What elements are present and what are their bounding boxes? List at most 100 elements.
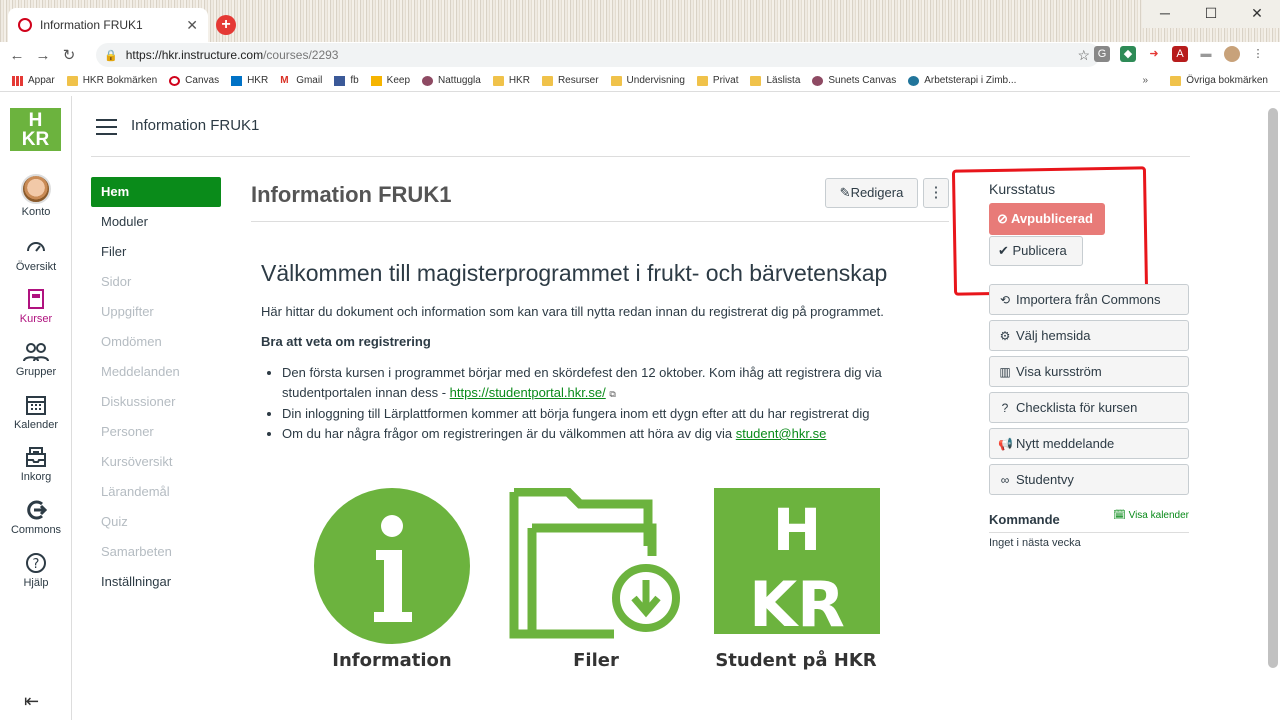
commons-icon xyxy=(25,499,48,521)
bookmark-undervisning[interactable]: Undervisning xyxy=(610,75,685,86)
bookmark-hkr[interactable]: HKR xyxy=(231,75,268,86)
bookmark-apps[interactable]: Appar xyxy=(12,75,55,86)
browser-menu-icon[interactable]: ⋮ xyxy=(1250,46,1266,62)
course-nav-quiz[interactable]: Quiz xyxy=(91,507,221,537)
bookmark-star-icon[interactable]: ☆ xyxy=(1077,47,1090,64)
edit-button[interactable]: ✎Redigera xyxy=(825,178,918,208)
choose-homepage-button[interactable]: ⚙ Välj hemsida xyxy=(989,320,1189,351)
publish-button[interactable]: ✔ Publicera xyxy=(989,236,1083,266)
announcement-icon: 📢 xyxy=(998,437,1013,451)
home-icon: ⚙ xyxy=(999,329,1011,343)
import-commons-button[interactable]: ⟲ Importera från Commons xyxy=(989,284,1189,315)
nav-kalender[interactable]: Kalender xyxy=(0,394,72,431)
close-tab-icon[interactable]: ✕ xyxy=(186,17,198,34)
bookmark-keep[interactable]: Keep xyxy=(370,75,410,86)
nav-hjalp[interactable]: ? Hjälp xyxy=(0,552,72,589)
tile-information[interactable]: Information xyxy=(302,488,482,671)
list-item: Den första kursen i programmet börjar me… xyxy=(282,363,902,404)
shield-icon[interactable]: ◆ xyxy=(1120,46,1136,62)
folder-icon xyxy=(66,75,78,86)
outlook-icon xyxy=(231,75,243,86)
prohibited-icon: ⊘ xyxy=(997,211,1012,226)
course-nav-personer[interactable]: Personer xyxy=(91,417,221,447)
gmail-icon: M xyxy=(280,74,289,86)
course-nav-omdomen[interactable]: Omdömen xyxy=(91,327,221,357)
course-checklist-button[interactable]: ? Checklista för kursen xyxy=(989,392,1189,423)
facebook-icon xyxy=(334,75,346,86)
bookmark-hkr-bokmarken[interactable]: HKR Bokmärken xyxy=(66,75,157,86)
bookmark-laslista[interactable]: Läslista xyxy=(750,75,800,86)
studentportal-link[interactable]: https://studentportal.hkr.se/ xyxy=(450,385,606,400)
screencast-icon[interactable]: ➜ xyxy=(1146,46,1162,62)
menu-toggle-icon[interactable] xyxy=(96,119,117,135)
scrollbar[interactable] xyxy=(1268,108,1278,668)
new-announcement-button[interactable]: 📢 Nytt meddelande xyxy=(989,428,1189,459)
course-nav: Hem Moduler Filer Sidor Uppgifter Omdöme… xyxy=(91,177,221,597)
tile-filer[interactable]: Filer xyxy=(506,487,686,671)
bookmarks-bar: Appar HKR Bokmärken Canvas HKR M Gmail fb… xyxy=(0,70,1280,92)
nav-inkorg[interactable]: Inkorg xyxy=(0,446,72,483)
course-nav-installningar[interactable]: Inställningar xyxy=(91,567,221,597)
bookmark-other[interactable]: Övriga bokmärken xyxy=(1170,75,1268,86)
course-nav-meddelanden[interactable]: Meddelanden xyxy=(91,357,221,387)
view-calendar-link[interactable]: 🗓 Visa kalender xyxy=(1113,510,1189,521)
bookmark-fb[interactable]: fb xyxy=(334,75,359,86)
tile-caption: Information xyxy=(332,650,452,671)
breadcrumb[interactable]: Information FRUK1 xyxy=(131,117,259,134)
wordpress-icon xyxy=(908,75,920,86)
nav-grupper[interactable]: Grupper xyxy=(0,341,72,378)
browser-tab[interactable]: Information FRUK1 ✕ xyxy=(8,8,208,42)
course-nav-sidor[interactable]: Sidor xyxy=(91,267,221,297)
folder-icon xyxy=(696,75,708,86)
minimize-icon[interactable]: ─ xyxy=(1142,0,1188,28)
maximize-icon[interactable]: ☐ xyxy=(1188,0,1234,28)
tile-student-pa-hkr[interactable]: H KR Student på HKR xyxy=(706,488,886,671)
profile-avatar-icon[interactable] xyxy=(1224,46,1240,62)
grammarly-icon[interactable]: G xyxy=(1094,46,1110,62)
reload-icon[interactable]: ↻ xyxy=(56,46,82,64)
student-view-button[interactable]: ∞ Studentvy xyxy=(989,464,1189,495)
bookmark-resurser[interactable]: Resurser xyxy=(541,75,599,86)
collapse-nav-icon[interactable]: ⇤ xyxy=(24,691,39,712)
address-bar-row: ← → ↻ 🔒 https://hkr.instructure.com/cour… xyxy=(0,42,1280,68)
more-bookmarks-icon[interactable]: » xyxy=(1142,75,1148,86)
close-window-icon[interactable]: ✕ xyxy=(1234,0,1280,28)
student-email-link[interactable]: student@hkr.se xyxy=(736,426,827,441)
nav-oversikt[interactable]: Översikt xyxy=(0,236,72,273)
more-options-button[interactable]: ⋮ xyxy=(923,178,949,208)
tab-strip: Information FRUK1 ✕ + ─ ☐ ✕ xyxy=(0,0,1280,42)
unpublished-button[interactable]: ⊘ Avpublicerad xyxy=(989,203,1105,235)
course-nav-larandemal[interactable]: Lärandemål xyxy=(91,477,221,507)
url-path: /courses/2293 xyxy=(263,48,339,62)
nav-kurser[interactable]: Kurser xyxy=(0,288,72,325)
course-nav-uppgifter[interactable]: Uppgifter xyxy=(91,297,221,327)
course-nav-moduler[interactable]: Moduler xyxy=(91,207,221,237)
nav-commons[interactable]: Commons xyxy=(0,499,72,536)
menu-icon[interactable]: ▬ xyxy=(1198,46,1214,62)
lock-icon: 🔒 xyxy=(104,49,118,62)
bookmark-sunets-canvas[interactable]: Sunets Canvas xyxy=(812,75,896,86)
import-icon: ⟲ xyxy=(999,293,1011,307)
back-icon[interactable]: ← xyxy=(4,47,30,64)
inbox-icon xyxy=(25,446,47,468)
bookmark-canvas[interactable]: Canvas xyxy=(169,75,219,86)
global-nav: H KR Konto Översikt Kurser Grupper Kalend… xyxy=(0,96,72,720)
bookmark-folder-hkr[interactable]: HKR xyxy=(492,75,530,86)
course-nav-diskussioner[interactable]: Diskussioner xyxy=(91,387,221,417)
forward-icon[interactable]: → xyxy=(30,47,56,64)
nav-konto[interactable]: Konto xyxy=(0,174,72,218)
new-tab-button[interactable]: + xyxy=(216,15,236,35)
bookmark-gmail[interactable]: M Gmail xyxy=(280,75,322,86)
course-nav-samarbeten[interactable]: Samarbeten xyxy=(91,537,221,567)
course-nav-filer[interactable]: Filer xyxy=(91,237,221,267)
course-nav-kursoversikt[interactable]: Kursöversikt xyxy=(91,447,221,477)
hkr-logo[interactable]: H KR xyxy=(10,108,61,151)
course-stream-button[interactable]: ▥ Visa kursström xyxy=(989,356,1189,387)
tile-caption: Student på HKR xyxy=(715,650,877,671)
bookmark-arbetsterapi[interactable]: Arbetsterapi i Zimb... xyxy=(908,75,1016,86)
url-field[interactable]: 🔒 https://hkr.instructure.com/courses/22… xyxy=(96,43,1100,67)
pdf-icon[interactable]: A xyxy=(1172,46,1188,62)
course-nav-hem[interactable]: Hem xyxy=(91,177,221,207)
bookmark-nattuggla[interactable]: Nattuggla xyxy=(422,75,481,86)
bookmark-privat[interactable]: Privat xyxy=(696,75,738,86)
